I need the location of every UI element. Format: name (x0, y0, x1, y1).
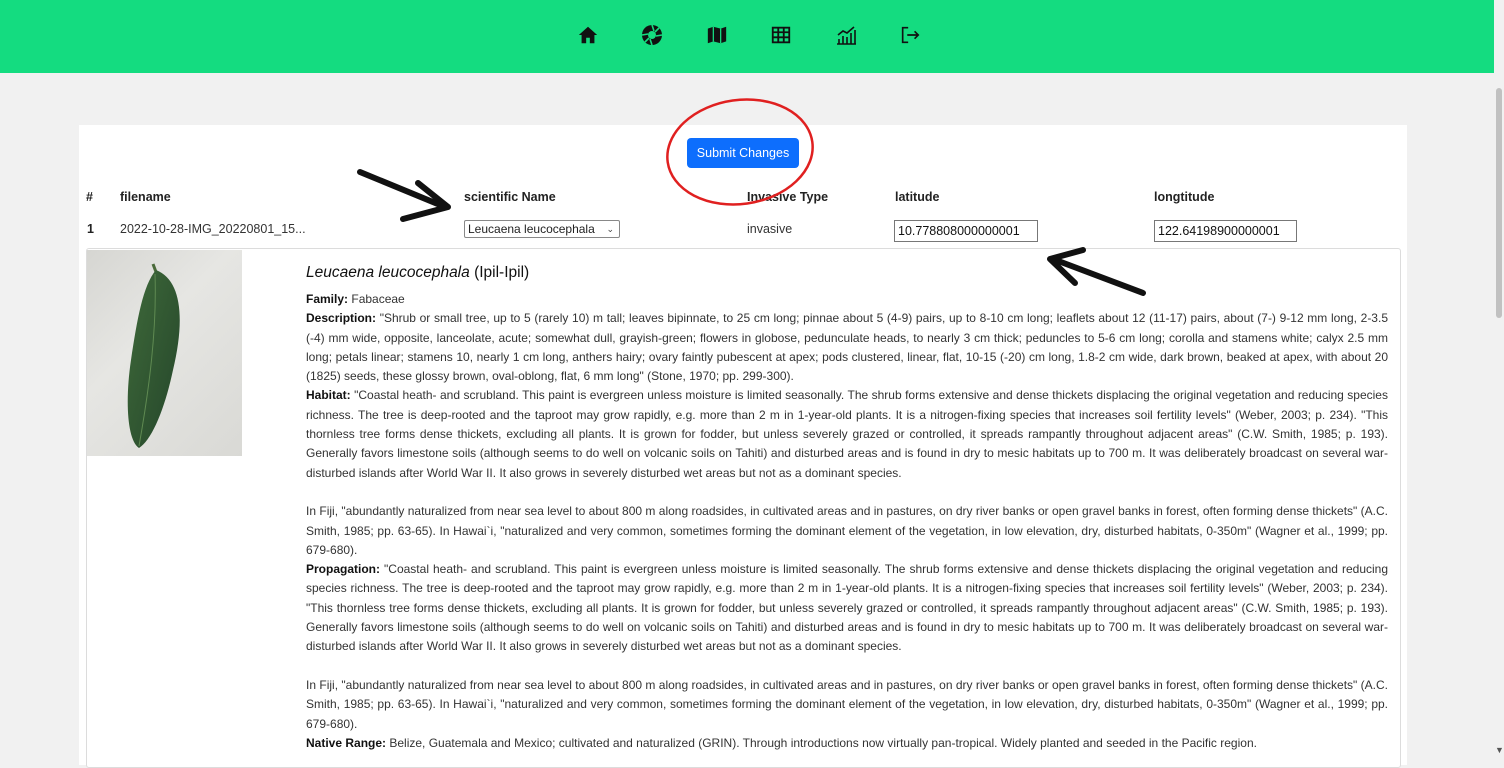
family-line: Family: Fabaceae (306, 290, 1388, 309)
leaf-photo (87, 250, 242, 456)
header-invasive-type: Invasive Type (747, 190, 829, 204)
row-invasive-type: invasive (747, 222, 793, 236)
home-icon[interactable] (575, 22, 601, 48)
fiji-note-paragraph: In Fiji, "abundantly naturalized from ne… (306, 504, 1388, 557)
aperture-icon[interactable] (639, 22, 665, 48)
species-common-name: (Ipil-Ipil) (474, 264, 530, 281)
native-range-label: Native Range: (306, 735, 387, 750)
scientific-name-select-value: Leucaena leucocephala (468, 222, 595, 236)
header-filename: filename (120, 190, 171, 204)
family-value: Fabaceae (351, 292, 405, 306)
page-scrollbar[interactable]: ▼ (1494, 0, 1504, 758)
submit-changes-button[interactable]: Submit Changes (687, 138, 799, 168)
native-range-text: Belize, Guatemala and Mexico; cultivated… (389, 735, 1257, 750)
description-text: "Shrub or small tree, up to 5 (rarely 10… (306, 311, 1388, 384)
scientific-name-select[interactable]: Leucaena leucocephala ⌄ (464, 220, 620, 238)
scroll-thumb[interactable] (1496, 88, 1502, 318)
habitat-paragraph: Habitat: "Coastal heath- and scrubland. … (306, 386, 1388, 482)
logout-icon[interactable] (897, 22, 923, 48)
propagation-paragraph: Propagation: "Coastal heath- and scrubla… (306, 560, 1388, 656)
row-index: 1 (87, 222, 94, 236)
species-description: Family: Fabaceae Description: "Shrub or … (306, 290, 1388, 753)
propagation-label: Propagation: (306, 562, 380, 577)
native-range-paragraph: Native Range: Belize, Guatemala and Mexi… (306, 734, 1388, 753)
table-icon[interactable] (768, 22, 794, 48)
scroll-down-arrow-icon[interactable]: ▼ (1495, 745, 1504, 755)
header-scientific-name: scientific Name (464, 190, 556, 204)
header-longitude: longtitude (1154, 190, 1215, 204)
latitude-input[interactable]: 10.778808000000001 (894, 220, 1038, 242)
header-latitude: latitude (895, 190, 940, 204)
species-scientific-name: Leucaena leucocephala (306, 264, 470, 281)
family-label: Family: (306, 292, 349, 306)
description-label: Description: (306, 311, 377, 326)
map-icon[interactable] (704, 22, 730, 48)
top-navbar (0, 0, 1494, 73)
chevron-down-icon: ⌄ (606, 224, 614, 234)
fiji-note-paragraph-2: In Fiji, "abundantly naturalized from ne… (306, 677, 1388, 731)
habitat-label: Habitat: (306, 388, 351, 403)
row-filename: 2022-10-28-IMG_20220801_15... (120, 222, 306, 236)
chart-icon[interactable] (833, 22, 859, 48)
longitude-input[interactable]: 122.64198900000001 (1154, 220, 1297, 242)
propagation-text: "Coastal heath- and scrubland. This pain… (306, 562, 1389, 654)
header-index: # (86, 190, 93, 204)
description-paragraph: Description: "Shrub or small tree, up to… (306, 309, 1388, 386)
habitat-text: "Coastal heath- and scrubland. This pain… (306, 388, 1388, 480)
species-title: Leucaena leucocephala (Ipil-Ipil) (306, 264, 529, 282)
